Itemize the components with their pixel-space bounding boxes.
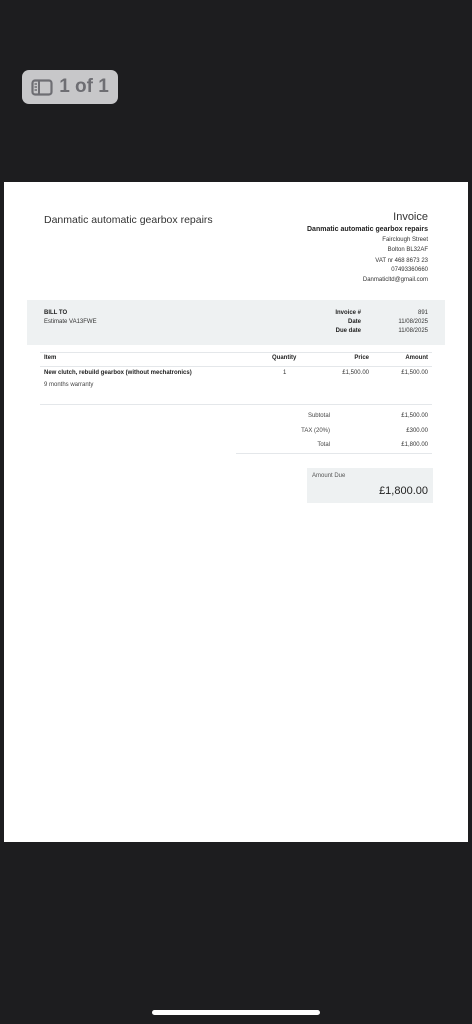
total-label: Total (317, 442, 330, 448)
amount-due-box: Amount Due £1,800.00 (307, 468, 433, 503)
invoice-document: Danmatic automatic gearbox repairs Invoi… (4, 182, 468, 842)
bill-to-label: BILL TO (44, 310, 68, 316)
invoice-number-label: Invoice # (335, 310, 361, 316)
column-header-item: Item (44, 355, 57, 361)
bill-to-value: Estimate VA13FWE (44, 319, 97, 325)
subtotal-value: £1,500.00 (401, 413, 428, 419)
page-indicator-button[interactable]: 1 of 1 (22, 70, 118, 104)
total-value: £1,800.00 (401, 442, 428, 448)
line-item-amount: £1,500.00 (401, 370, 428, 376)
line-item-quantity: 1 (283, 370, 287, 376)
date-value: 11/08/2025 (398, 319, 428, 325)
line-item-price: £1,500.00 (342, 370, 369, 376)
line-item-name: New clutch, rebuild gearbox (without mec… (44, 370, 192, 376)
amount-due-label: Amount Due (312, 473, 346, 479)
table-top-divider (40, 352, 432, 353)
address-street: Fairclough Street (382, 237, 428, 243)
company-name-header: Danmatic automatic gearbox repairs (44, 214, 213, 226)
date-label: Date (347, 319, 361, 325)
tax-value: £300.00 (406, 428, 428, 434)
line-item-description: 9 months warranty (44, 382, 94, 388)
table-bottom-divider (40, 404, 432, 405)
invoice-number-value: 891 (417, 310, 428, 316)
tax-label: TAX (20%) (301, 428, 330, 434)
email-address: Danmaticltd@gmail.com (362, 277, 428, 283)
sidebar-icon (31, 78, 53, 96)
table-header-divider (40, 366, 432, 367)
amount-due-value: £1,800.00 (379, 485, 428, 497)
invoice-title: Invoice (393, 211, 428, 223)
column-header-quantity: Quantity (272, 355, 297, 361)
bill-to-section: BILL TO Estimate VA13FWE Invoice # 891 D… (27, 300, 445, 345)
page-indicator-label: 1 of 1 (59, 76, 109, 97)
invoice-company-name: Danmatic automatic gearbox repairs (307, 226, 428, 233)
vat-number: VAT nr 468 8673 23 (375, 258, 428, 264)
totals-divider (236, 453, 432, 454)
home-indicator[interactable] (152, 1010, 320, 1015)
due-date-value: 11/08/2025 (398, 328, 428, 334)
phone-number: 07493360660 (391, 267, 428, 273)
due-date-label: Due date (335, 328, 361, 334)
column-header-price: Price (354, 355, 369, 361)
subtotal-label: Subtotal (307, 413, 330, 419)
address-city: Bolton BL32AF (387, 247, 428, 253)
column-header-amount: Amount (405, 355, 428, 361)
